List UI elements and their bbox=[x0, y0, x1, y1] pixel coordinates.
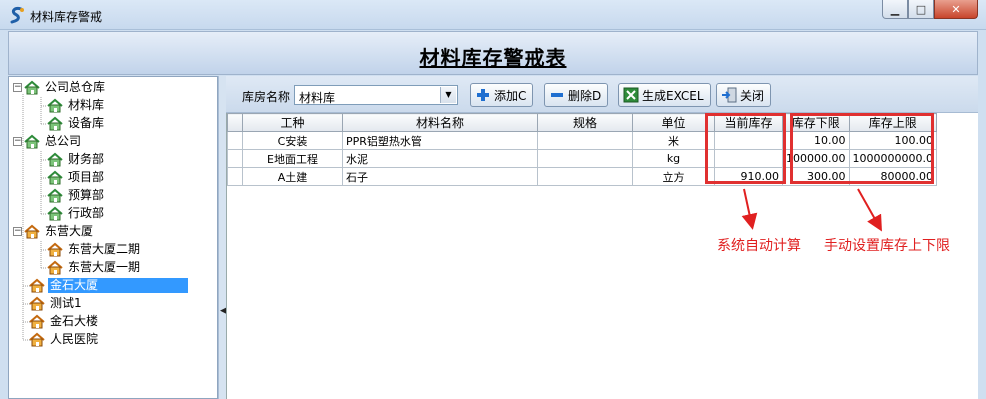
building-icon bbox=[24, 224, 40, 239]
tree-item-label: 公司总仓库 bbox=[45, 80, 106, 94]
tree-item-label: 财务部 bbox=[68, 152, 105, 166]
tree-item[interactable]: 材料库 bbox=[47, 97, 106, 114]
tree-item-label: 金石大厦 bbox=[48, 278, 188, 293]
warehouse-icon bbox=[47, 152, 63, 167]
tree-item[interactable]: − 公司总仓库 bbox=[13, 79, 107, 96]
tree-item[interactable]: 金石大楼 bbox=[29, 313, 100, 330]
warehouse-icon bbox=[47, 188, 63, 203]
tree-item[interactable]: 东营大厦一期 bbox=[47, 259, 142, 276]
cell-unit[interactable]: 立方 bbox=[632, 167, 715, 186]
cell-spec[interactable] bbox=[537, 131, 633, 150]
column-header-name[interactable]: 材料名称 bbox=[342, 113, 538, 132]
tree-item[interactable]: − 东营大厦 bbox=[13, 223, 95, 240]
warehouse-select-value: 材料库 bbox=[299, 91, 336, 105]
tree-item-label: 预算部 bbox=[68, 188, 105, 202]
tree-item[interactable]: − 总公司 bbox=[13, 133, 83, 150]
tree-item-label: 测试1 bbox=[50, 296, 82, 310]
cell-type[interactable]: E地面工程 bbox=[242, 149, 343, 168]
building-icon bbox=[47, 260, 63, 275]
limits-highlight bbox=[790, 113, 934, 184]
report-header: 材料库存警戒表 bbox=[8, 31, 978, 75]
warehouse-icon bbox=[47, 170, 63, 185]
tree-item-label: 东营大厦 bbox=[45, 224, 94, 238]
building-icon bbox=[29, 296, 45, 311]
row-indicator-header bbox=[227, 113, 243, 132]
warehouse-icon bbox=[47, 98, 63, 113]
tree-item-label: 项目部 bbox=[68, 170, 105, 184]
tree-item[interactable]: 人民医院 bbox=[29, 331, 100, 348]
warehouse-icon bbox=[47, 116, 63, 131]
tree-item[interactable]: 财务部 bbox=[47, 151, 106, 168]
cell-type[interactable]: A土建 bbox=[242, 167, 343, 186]
collapse-icon[interactable]: − bbox=[13, 83, 22, 92]
row-indicator[interactable] bbox=[227, 167, 243, 186]
tree-item[interactable]: 预算部 bbox=[47, 187, 106, 204]
cell-unit[interactable]: 米 bbox=[632, 131, 715, 150]
auto-calc-note: 系统自动计算 bbox=[717, 238, 801, 254]
tree-item[interactable]: 设备库 bbox=[47, 115, 106, 132]
tree-item[interactable]: 行政部 bbox=[47, 205, 106, 222]
warehouse-icon bbox=[24, 134, 40, 149]
cell-material-name[interactable]: 水泥 bbox=[342, 149, 538, 168]
cell-type[interactable]: C安装 bbox=[242, 131, 343, 150]
row-indicator[interactable] bbox=[227, 131, 243, 150]
row-indicator[interactable] bbox=[227, 149, 243, 168]
cell-material-name[interactable]: 石子 bbox=[342, 167, 538, 186]
building-icon bbox=[29, 278, 45, 293]
tree-item-label: 总公司 bbox=[45, 134, 82, 148]
collapse-icon[interactable]: − bbox=[13, 137, 22, 146]
warehouse-icon bbox=[47, 206, 63, 221]
tree-item-label: 金石大楼 bbox=[50, 314, 99, 328]
tree-item[interactable]: 金石大厦 bbox=[29, 277, 188, 294]
report-title: 材料库存警戒表 bbox=[419, 46, 567, 70]
warehouse-select[interactable]: 材料库 ▼ bbox=[294, 85, 458, 105]
cell-spec[interactable] bbox=[537, 167, 633, 186]
close-window-button[interactable]: ✕ bbox=[934, 0, 978, 19]
warehouse-tree: − 公司总仓库 材料库 设备库 − 总公司 财务部 项目部 预算部 行政部 − 东营大厦 东营大厦二期东… bbox=[8, 76, 218, 399]
app-logo-icon bbox=[10, 7, 24, 24]
excel-icon bbox=[623, 87, 639, 103]
close-button[interactable]: 关闭 bbox=[716, 83, 772, 107]
window-titlebar: 材料库存警戒 ▁ □ ✕ bbox=[0, 0, 986, 30]
add-button[interactable]: 添加C bbox=[470, 83, 534, 107]
building-icon bbox=[29, 314, 45, 329]
minimize-button[interactable]: ▁ bbox=[882, 0, 908, 19]
tree-item-label: 东营大厦一期 bbox=[68, 260, 141, 274]
manual-limits-note: 手动设置库存上下限 bbox=[824, 238, 950, 254]
building-icon bbox=[47, 242, 63, 257]
collapse-icon[interactable]: − bbox=[13, 227, 22, 236]
toolbar: 库房名称 材料库 ▼ 添加C 删除D 生成EXCEL 关闭 bbox=[226, 76, 978, 113]
tree-item-label: 行政部 bbox=[68, 206, 105, 220]
window-title: 材料库存警戒 bbox=[30, 10, 103, 24]
minus-icon bbox=[551, 93, 563, 97]
column-header-type[interactable]: 工种 bbox=[242, 113, 343, 132]
warehouse-label: 库房名称 bbox=[242, 90, 291, 104]
current-stock-highlight bbox=[705, 113, 786, 184]
cell-spec[interactable] bbox=[537, 149, 633, 168]
cell-material-name[interactable]: PPR铝塑热水管 bbox=[342, 131, 538, 150]
chevron-down-icon[interactable]: ▼ bbox=[440, 87, 456, 103]
building-icon bbox=[29, 332, 45, 347]
cell-unit[interactable]: kg bbox=[632, 149, 715, 168]
tree-item-label: 人民医院 bbox=[50, 332, 99, 346]
panel-splitter[interactable]: ◀ bbox=[218, 76, 227, 399]
column-header-unit[interactable]: 单位 bbox=[632, 113, 715, 132]
column-header-spec[interactable]: 规格 bbox=[537, 113, 633, 132]
delete-button[interactable]: 删除D bbox=[544, 83, 609, 107]
warehouse-icon bbox=[24, 80, 40, 95]
maximize-button[interactable]: □ bbox=[908, 0, 934, 19]
tree-item-label: 设备库 bbox=[68, 116, 105, 130]
export-excel-button[interactable]: 生成EXCEL bbox=[618, 83, 711, 107]
tree-item-label: 东营大厦二期 bbox=[68, 242, 141, 256]
tree-item-label: 材料库 bbox=[68, 98, 105, 112]
tree-item[interactable]: 测试1 bbox=[29, 295, 84, 312]
plus-icon bbox=[477, 89, 489, 101]
exit-door-icon bbox=[722, 87, 737, 103]
tree-item[interactable]: 项目部 bbox=[47, 169, 106, 186]
window-right-border bbox=[978, 30, 986, 399]
tree-item[interactable]: 东营大厦二期 bbox=[47, 241, 142, 258]
